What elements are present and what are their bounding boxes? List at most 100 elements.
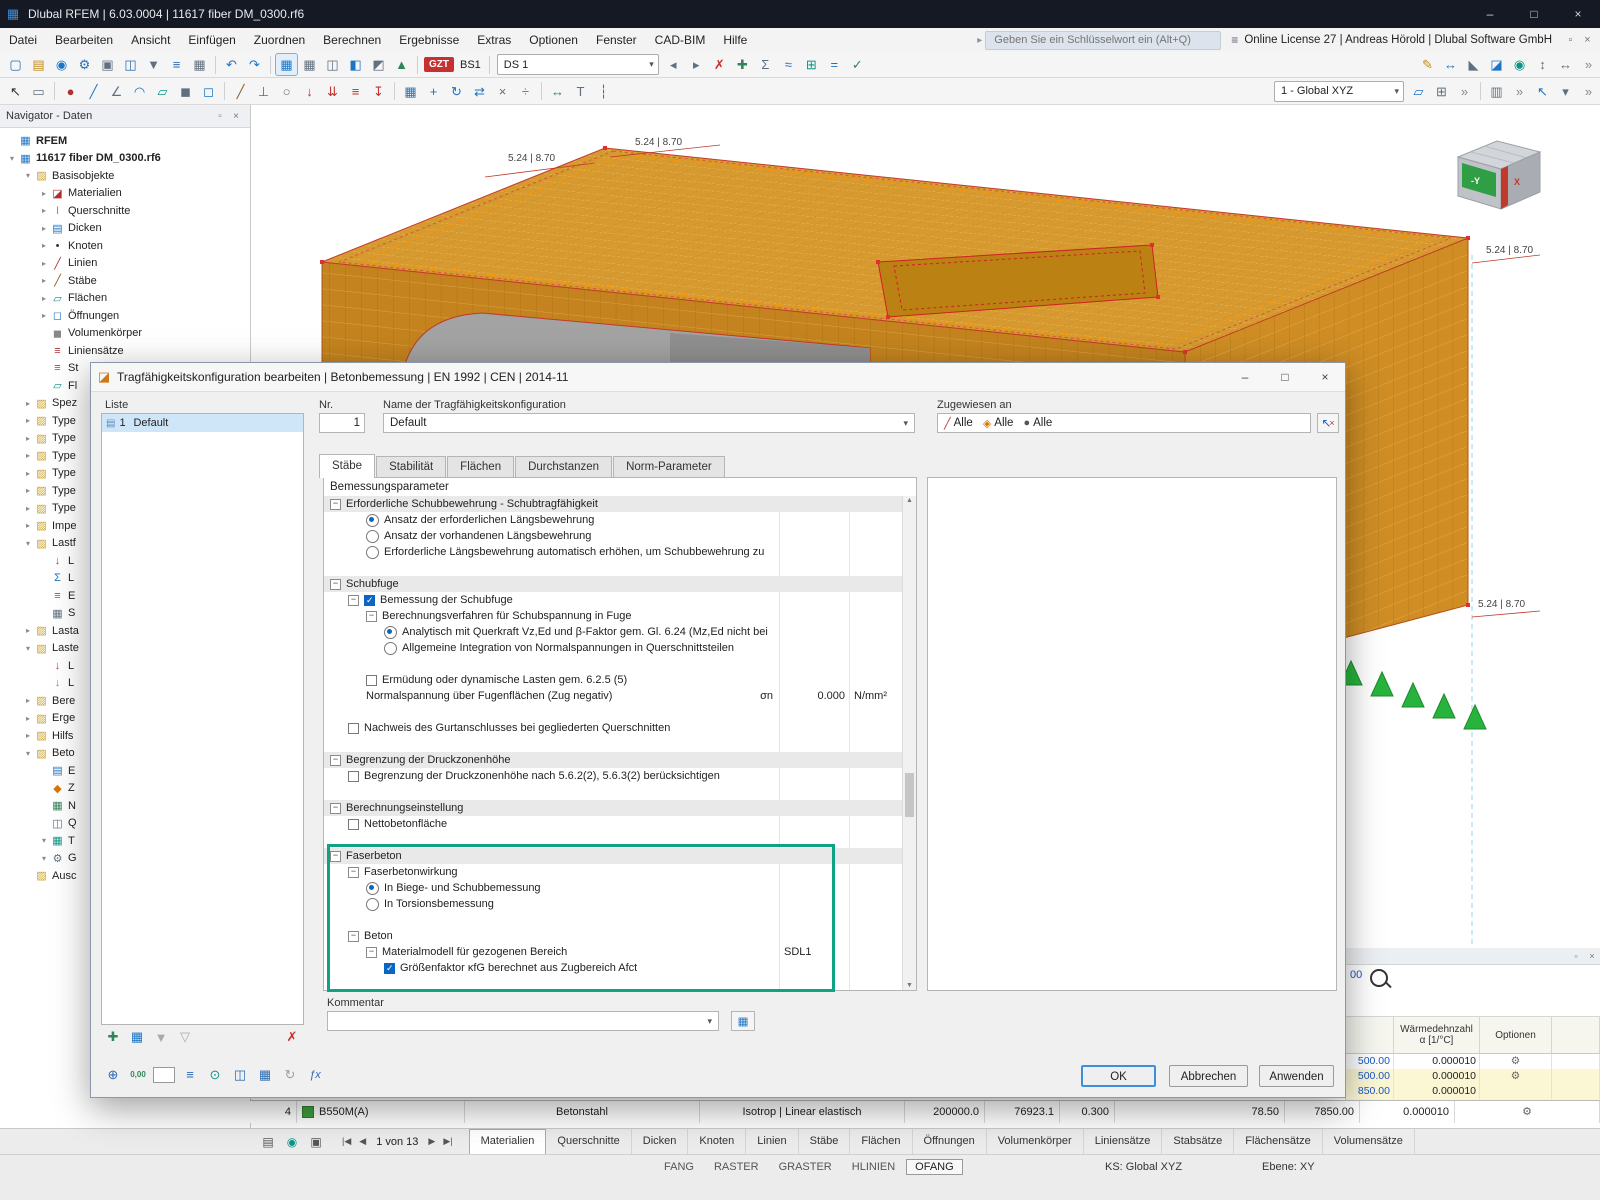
snap-toggle-raster[interactable]: RASTER	[705, 1159, 768, 1175]
table-tab-volumens-tze[interactable]: Volumensätze	[1323, 1128, 1415, 1155]
pager-last-icon[interactable]: ▶|	[439, 1136, 456, 1147]
tree-expander-icon[interactable]: ▸	[22, 469, 34, 478]
tree-expander-icon[interactable]: ▸	[22, 714, 34, 723]
tree-expander-icon[interactable]: ▸	[22, 451, 34, 460]
toolbar2-more-1-icon[interactable]: »	[1454, 81, 1475, 102]
tree-expander-icon[interactable]: ▸	[22, 399, 34, 408]
tree-expander-icon[interactable]: ▸	[22, 434, 34, 443]
table-row[interactable]: 850.00 0.000010	[1346, 1084, 1600, 1099]
menu-optionen[interactable]: Optionen	[520, 29, 587, 52]
menu-datei[interactable]: Datei	[0, 29, 46, 52]
visibility-eye-icon[interactable]: ◉	[280, 1135, 304, 1149]
snap-toggle-graster[interactable]: GRASTER	[770, 1159, 841, 1175]
table-cell[interactable]: 0.000010	[1394, 1084, 1480, 1099]
window-layout-icon[interactable]: ◫	[322, 54, 343, 75]
license-list-icon[interactable]: ≡	[1231, 33, 1238, 47]
combination-icon[interactable]: Σ	[755, 54, 776, 75]
export-icon[interactable]: ▼	[143, 54, 164, 75]
opening-tool-icon[interactable]: ◻	[198, 81, 219, 102]
radio-unchecked[interactable]	[366, 897, 379, 911]
menubar-dock-icon[interactable]: ▫	[1562, 34, 1579, 46]
table-cell[interactable]: B550M(A)	[297, 1101, 465, 1123]
tree-item-11617-fiber-dm-0300-rf6[interactable]: ▾ ▦ 11617 fiber DM_0300.rf6	[0, 150, 250, 168]
nodal-load-icon[interactable]: ↓	[299, 81, 320, 102]
collapse-minus-icon[interactable]: −	[330, 498, 341, 510]
collapse-minus-icon[interactable]: −	[348, 594, 359, 606]
solid-tool-icon[interactable]: ◼	[175, 81, 196, 102]
table-panel-dock-icon[interactable]: ▫	[1568, 951, 1584, 961]
menu-extras[interactable]: Extras	[468, 29, 520, 52]
table-cell[interactable]: 76923.1	[985, 1101, 1060, 1123]
apply-button[interactable]: Anwenden	[1259, 1065, 1334, 1087]
save-icon[interactable]: ◫	[120, 54, 141, 75]
tree-expander-icon[interactable]: ▸	[22, 504, 34, 513]
scrollbar-thumb[interactable]	[905, 772, 914, 817]
dlg-save-icon[interactable]: ◫	[230, 1065, 250, 1085]
fe-mesh-icon[interactable]: ⊞	[801, 54, 822, 75]
tab-norm-parameter[interactable]: Norm-Parameter	[613, 456, 725, 478]
dlg-zoom-icon[interactable]: ⊕	[103, 1065, 123, 1085]
tree-expander-icon[interactable]: ▾	[38, 854, 50, 863]
free-load-icon[interactable]: ↧	[368, 81, 389, 102]
radio-unchecked[interactable]	[366, 529, 379, 543]
tree-expander-icon[interactable]: ▸	[38, 206, 50, 215]
guide-line-icon[interactable]: ┆	[593, 81, 614, 102]
collapse-minus-icon[interactable]: −	[348, 930, 359, 942]
cs-combo[interactable]: 1 - Global XYZ ▾	[1274, 80, 1404, 102]
checkbox-unchecked[interactable]	[348, 818, 359, 830]
chevron-down-icon[interactable]: ▾	[707, 1016, 712, 1027]
config-name-select[interactable]: Default ▾	[383, 413, 915, 433]
options-gear-icon[interactable]: ⚙	[1455, 1101, 1600, 1123]
gzt-badge[interactable]: GZT	[424, 57, 454, 72]
table-cell[interactable]: Isotrop | Linear elastisch	[700, 1101, 905, 1123]
dialog-close-icon[interactable]: ×	[1305, 364, 1345, 391]
toolbar2-more-3-icon[interactable]: »	[1578, 81, 1599, 102]
member-tool-icon[interactable]: ╱	[230, 81, 251, 102]
cube-face-x[interactable]	[1501, 166, 1508, 209]
list-item-default[interactable]: ▤ 1 Default	[102, 414, 303, 432]
menu-bearbeiten[interactable]: Bearbeiten	[46, 29, 122, 52]
fit-width-icon[interactable]: ↔	[1555, 54, 1576, 75]
rotate-tool-icon[interactable]: ↻	[446, 81, 467, 102]
delete-case-icon[interactable]: ✗	[709, 54, 730, 75]
toolbar1-overflow-icon[interactable]: »	[1578, 54, 1599, 75]
tree-expander-icon[interactable]: ▾	[38, 836, 50, 845]
tree-item-rfem[interactable]: ▦ RFEM	[0, 132, 250, 150]
envelope-icon[interactable]: ≈	[778, 54, 799, 75]
tree-expander-icon[interactable]: ▸	[22, 626, 34, 635]
tree-item--ffnungen[interactable]: ▸ ◻ Öffnungen	[0, 307, 250, 325]
radio-unchecked[interactable]	[366, 545, 379, 559]
tab-durchstanzen[interactable]: Durchstanzen	[515, 456, 613, 478]
table-tab-knoten[interactable]: Knoten	[688, 1128, 747, 1155]
tree-item-basisobjekte[interactable]: ▾ ▨ Basisobjekte	[0, 167, 250, 185]
support-tool-icon[interactable]: ⊥	[253, 81, 274, 102]
table-cell[interactable]: Betonstahl	[465, 1101, 700, 1123]
ok-button[interactable]: OK	[1081, 1065, 1156, 1087]
assigned-field[interactable]: ╱ Alle ◈ Alle ● Alle	[937, 413, 1311, 433]
menu-fenster[interactable]: Fenster	[587, 29, 646, 52]
collapse-minus-icon[interactable]: −	[330, 754, 341, 766]
node-tool-icon[interactable]: ●	[60, 81, 81, 102]
print-icon[interactable]: ▣	[97, 54, 118, 75]
section-view-icon[interactable]: ◪	[1486, 54, 1507, 75]
options-gear-icon[interactable]: ⚙	[1480, 1054, 1552, 1069]
list-new-icon[interactable]: ✚	[101, 1029, 125, 1045]
sheet-select-icon[interactable]: ▤	[256, 1135, 280, 1149]
collapse-minus-icon[interactable]: −	[366, 946, 377, 958]
tree-expander-icon[interactable]: ▾	[22, 749, 34, 758]
add-case-icon[interactable]: ✚	[732, 54, 753, 75]
table-tab-linien[interactable]: Linien	[746, 1128, 799, 1155]
value-cell[interactable]: SDL1	[779, 944, 849, 960]
visibility-icon[interactable]: ◉	[1509, 54, 1530, 75]
calculate-icon[interactable]: =	[824, 54, 845, 75]
params-scrollbar[interactable]: ▲ ▼	[902, 496, 916, 990]
nr-field[interactable]: 1	[319, 413, 365, 433]
navigator-close-icon[interactable]: ×	[228, 111, 244, 122]
edit-pencil-icon[interactable]: ✎	[1417, 54, 1438, 75]
menu-hilfe[interactable]: Hilfe	[714, 29, 756, 52]
table-cell[interactable]: 850.00	[1346, 1084, 1394, 1099]
checkbox-unchecked[interactable]	[348, 722, 359, 734]
tree-expander-icon[interactable]: ▾	[22, 539, 34, 548]
tree-expander-icon[interactable]: ▾	[6, 154, 18, 163]
menu-zuordnen[interactable]: Zuordnen	[245, 29, 314, 52]
